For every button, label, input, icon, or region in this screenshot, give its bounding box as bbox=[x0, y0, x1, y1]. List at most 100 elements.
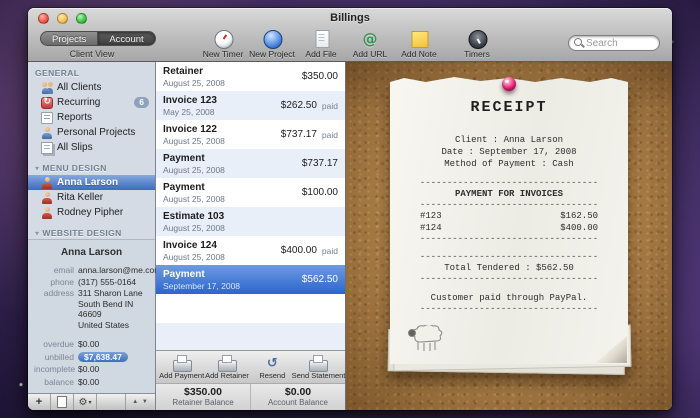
toolbar-button-icon bbox=[309, 30, 333, 49]
toolbar-button[interactable]: Add Note bbox=[395, 30, 444, 59]
contact-row-label: address bbox=[34, 288, 74, 330]
toolbar-button-label: New Project bbox=[249, 49, 295, 59]
toolbar-button-icon bbox=[407, 30, 431, 49]
contact-total-row: incomplete $0.00 bbox=[34, 364, 149, 375]
transaction-amount: $100.00 bbox=[302, 187, 338, 198]
sidebar-item-label: Anna Larson bbox=[57, 177, 118, 188]
transaction-title: Invoice 124 bbox=[163, 240, 225, 252]
sidebar-item-icon bbox=[41, 97, 53, 109]
transaction-row[interactable]: Payment August 25, 2008 $737.17 bbox=[156, 149, 345, 178]
sidebar-item-label: Reports bbox=[57, 112, 92, 123]
sidebar-item-icon bbox=[41, 192, 53, 204]
transaction-row[interactable]: Payment September 17, 2008 $562.50 bbox=[156, 265, 345, 294]
sidebar-item[interactable]: All Slips bbox=[28, 140, 155, 155]
toolbar-button[interactable]: Add File bbox=[297, 30, 346, 59]
action-button-icon bbox=[171, 354, 193, 371]
sidebar-item-label: Rita Keller bbox=[57, 192, 103, 203]
window-header: Billings Projects Account Client View Ne… bbox=[28, 8, 672, 62]
balance-label: Retainer Balance bbox=[156, 398, 250, 407]
toolbar-button[interactable]: New Project bbox=[248, 30, 297, 59]
transaction-date: August 25, 2008 bbox=[163, 223, 225, 233]
transaction-row[interactable]: Invoice 123 May 25, 2008 $262.50 paid bbox=[156, 91, 345, 120]
sidebar-group-menu-design: MENU DESIGN Anna Larson Rita Keller bbox=[28, 161, 155, 220]
action-button[interactable]: Send Statement bbox=[295, 354, 342, 380]
sidebar-bottom-bar bbox=[28, 393, 155, 410]
sidebar-item-label: All Clients bbox=[57, 82, 101, 93]
sidebar-item[interactable]: Rodney Pipher bbox=[28, 205, 155, 220]
toolbar-button-label: Timers bbox=[464, 49, 490, 59]
action-button[interactable]: Add Payment bbox=[159, 354, 204, 380]
transaction-amount: $737.17 bbox=[281, 129, 317, 140]
paid-badge: paid bbox=[322, 246, 338, 256]
sidebar-group-title[interactable]: WEBSITE DESIGN bbox=[28, 226, 155, 239]
add-button[interactable] bbox=[28, 394, 51, 410]
receipt-divider: --------------------------------- bbox=[390, 274, 628, 284]
receipt-title: RECEIPT bbox=[390, 99, 628, 117]
transaction-row[interactable]: Payment August 25, 2008 $100.00 bbox=[156, 178, 345, 207]
sidebar-item-icon bbox=[41, 112, 53, 124]
transaction-date: September 17, 2008 bbox=[163, 281, 240, 291]
toolbar-button[interactable]: Timers bbox=[453, 30, 502, 59]
segment-button[interactable]: Projects bbox=[40, 31, 98, 46]
search-field bbox=[568, 35, 660, 51]
toolbar-button-icon bbox=[211, 30, 235, 49]
receipt-item-amount: $162.50 bbox=[560, 210, 598, 222]
sidebar-item[interactable]: All Clients bbox=[28, 80, 155, 95]
contact-total-label: unbilled bbox=[34, 352, 74, 363]
sidebar-item[interactable]: Reports bbox=[28, 110, 155, 125]
pin-icon bbox=[502, 77, 516, 91]
titlebar[interactable]: Billings bbox=[28, 8, 672, 28]
transaction-row[interactable]: Retainer August 25, 2008 $350.00 bbox=[156, 62, 345, 91]
contact-row-value: anna.larson@me.com bbox=[78, 265, 149, 276]
transaction-title: Payment bbox=[163, 269, 240, 281]
receipt-client-line: Client : Anna Larson bbox=[390, 134, 628, 146]
toolbar-button[interactable]: New Timer bbox=[199, 30, 248, 59]
sheep-drawing bbox=[404, 325, 446, 355]
receipt-item-amount: $400.00 bbox=[560, 222, 598, 234]
contact-total-value: $7,638.47 bbox=[78, 352, 128, 363]
balances-bar: $350.00 Retainer Balance $0.00 Account B… bbox=[156, 383, 345, 410]
action-button-icon bbox=[307, 354, 329, 371]
contact-total-row: balance $0.00 bbox=[34, 377, 149, 388]
new-slip-button[interactable] bbox=[51, 394, 74, 410]
transaction-amount: $737.17 bbox=[302, 158, 338, 169]
receipt-item-id: #124 bbox=[420, 222, 442, 234]
action-button-icon bbox=[216, 354, 238, 371]
transaction-row[interactable]: Invoice 122 August 25, 2008 $737.17 paid bbox=[156, 120, 345, 149]
segment-button[interactable]: Account bbox=[98, 31, 155, 46]
window-title: Billings bbox=[28, 8, 672, 28]
contact-name: Anna Larson bbox=[34, 247, 149, 258]
sidebar-scroll-arrows[interactable] bbox=[125, 394, 155, 410]
contact-total-value: $0.00 bbox=[78, 339, 99, 350]
transaction-row[interactable]: Invoice 124 August 25, 2008 $400.00 paid bbox=[156, 236, 345, 265]
search-icon bbox=[574, 38, 584, 48]
view-mode-label: Client View bbox=[36, 49, 148, 59]
sidebar-group-title: GENERAL bbox=[28, 66, 155, 80]
action-button[interactable]: Add Retainer bbox=[204, 354, 249, 380]
sidebar-group-title[interactable]: MENU DESIGN bbox=[28, 161, 155, 175]
action-button-label: Add Retainer bbox=[205, 371, 249, 380]
balance-block: $350.00 Retainer Balance bbox=[156, 384, 251, 410]
sidebar-item[interactable]: Rita Keller bbox=[28, 190, 155, 205]
count-badge: 6 bbox=[134, 97, 149, 108]
action-button[interactable]: Resend bbox=[250, 354, 295, 380]
search-input[interactable] bbox=[586, 38, 654, 49]
contact-total-value: $0.00 bbox=[78, 377, 99, 388]
transaction-row[interactable]: Estimate 103 August 25, 2008 bbox=[156, 207, 345, 236]
sidebar-item[interactable]: Anna Larson bbox=[28, 175, 155, 190]
receipt-section-header: PAYMENT FOR INVOICES bbox=[390, 188, 628, 200]
sidebar-group-website-design: WEBSITE DESIGN Angelina Heart Creative B… bbox=[28, 226, 155, 239]
minimize-button[interactable] bbox=[57, 13, 68, 24]
action-button-icon bbox=[261, 354, 283, 371]
contact-total-label: overdue bbox=[34, 339, 74, 350]
gear-menu-button[interactable] bbox=[74, 394, 97, 410]
zoom-button[interactable] bbox=[76, 13, 87, 24]
close-button[interactable] bbox=[38, 13, 49, 24]
toolbar-button[interactable]: Add URL bbox=[346, 30, 395, 59]
contact-row-value: 311 Sharon Lane South Bend IN 46609 Unit… bbox=[78, 288, 149, 330]
sidebar-item[interactable]: Personal Projects bbox=[28, 125, 155, 140]
transaction-title: Retainer bbox=[163, 66, 225, 78]
sidebar-item[interactable]: Recurring 6 bbox=[28, 95, 155, 110]
receipt-divider: --------------------------------- bbox=[390, 178, 628, 188]
transaction-date: August 25, 2008 bbox=[163, 194, 225, 204]
